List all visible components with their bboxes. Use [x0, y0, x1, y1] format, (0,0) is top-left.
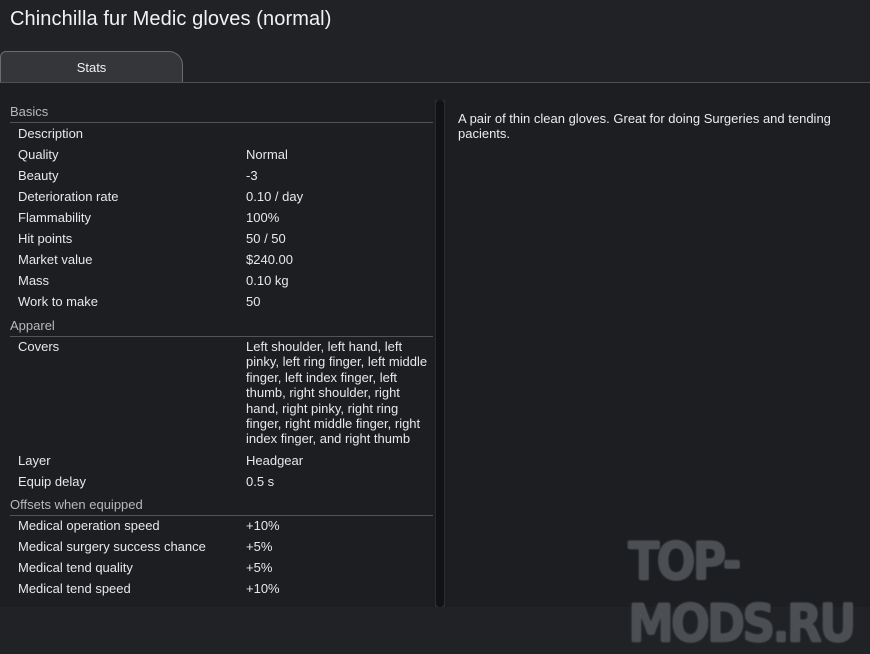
stat-value: +5% [246, 539, 273, 554]
stat-label: Beauty [18, 168, 59, 183]
stat-value: 100% [246, 210, 280, 225]
stat-label: Medical tend quality [18, 560, 133, 575]
stat-label: Deterioration rate [18, 189, 119, 204]
stat-value: 50 [246, 294, 261, 309]
stat-label: Mass [18, 273, 50, 288]
stat-label: Covers [18, 339, 60, 354]
window-title: Chinchilla fur Medic gloves (normal) [10, 8, 332, 30]
stat-value: +5% [246, 560, 273, 575]
stat-value: +10% [246, 518, 280, 533]
stat-label: Flammability [18, 210, 91, 225]
stat-value: 50 / 50 [246, 231, 286, 246]
stat-label: Hit points [18, 231, 73, 246]
stat-label: Quality [18, 147, 59, 162]
stat-value: Headgear [246, 453, 304, 468]
stats-panel: Basics Description Quality Normal Beauty… [0, 82, 870, 607]
section-offsets-header: Offsets when equipped [10, 497, 433, 516]
stat-value: 0.5 s [246, 474, 275, 489]
stat-value: $240.00 [246, 252, 293, 267]
item-description: A pair of thin clean gloves. Great for d… [458, 111, 831, 141]
section-apparel-header: Apparel [10, 318, 433, 337]
section-basics-header: Basics [10, 104, 433, 123]
stat-label: Medical operation speed [18, 518, 160, 533]
tab-stats-label: Stats [76, 60, 107, 75]
stat-label: Layer [18, 453, 51, 468]
stats-scrollbar[interactable] [435, 100, 445, 607]
stat-value: Left shoulder, left hand, left pinky, le… [246, 339, 428, 447]
tab-stats[interactable]: Stats [0, 51, 183, 82]
stat-value: Normal [246, 147, 288, 162]
watermark: TOP-MODS.RU [628, 530, 856, 654]
stat-label: Market value [18, 252, 93, 267]
stat-label: Equip delay [18, 474, 86, 489]
stat-label: Work to make [18, 294, 98, 309]
stats-list: Basics Description Quality Normal Beauty… [0, 83, 434, 607]
stat-label: Medical tend speed [18, 581, 131, 596]
stat-label: Medical surgery success chance [18, 539, 206, 554]
stat-label: Description [18, 126, 84, 141]
stat-value: 0.10 kg [246, 273, 289, 288]
stat-value: +10% [246, 581, 280, 596]
stat-value: 0.10 / day [246, 189, 304, 204]
scrollbar-thumb[interactable] [436, 100, 444, 607]
stat-value: -3 [246, 168, 258, 183]
